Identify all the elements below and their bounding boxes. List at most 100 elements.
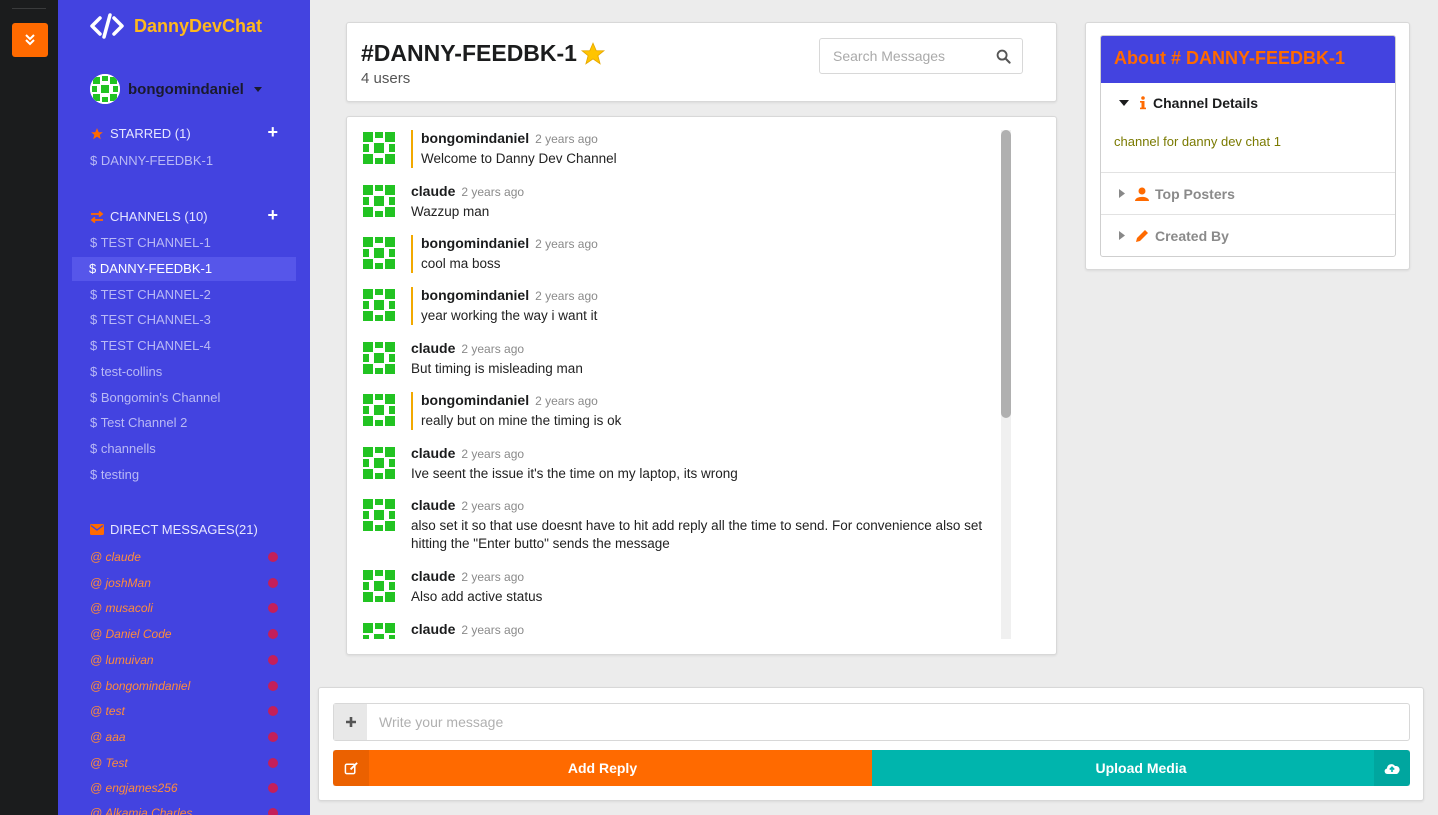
- upload-media-label: Upload Media: [1095, 760, 1187, 776]
- star-icon[interactable]: [579, 41, 607, 67]
- pencil-icon: [1135, 229, 1149, 243]
- cloud-upload-icon: [1374, 750, 1410, 786]
- sidebar-toggle-button[interactable]: [12, 23, 48, 57]
- plus-icon: [345, 717, 356, 727]
- dm-item[interactable]: @ Test: [90, 756, 278, 770]
- search-icon[interactable]: [996, 49, 1011, 64]
- message-time: 2 years ago: [535, 237, 598, 251]
- exchange-icon: [90, 210, 104, 223]
- message-time: 2 years ago: [535, 132, 598, 146]
- channel-item[interactable]: $ TEST CHANNEL-2: [90, 287, 211, 302]
- add-channel-icon[interactable]: +: [267, 206, 278, 224]
- message-scrollbar[interactable]: [1001, 130, 1011, 639]
- message-author[interactable]: claude: [411, 568, 455, 584]
- scrollbar-thumb[interactable]: [1001, 130, 1011, 418]
- dm-name: @ engjames256: [90, 781, 178, 795]
- caret-right-icon: [1119, 231, 1125, 240]
- user-menu[interactable]: bongomindaniel: [90, 74, 262, 104]
- messages-panel: bongomindaniel 2 years ago Welcome to Dann…: [346, 116, 1057, 655]
- message-author[interactable]: bongomindaniel: [421, 130, 529, 146]
- search-box[interactable]: [819, 38, 1023, 74]
- username: bongomindaniel: [128, 80, 244, 98]
- dm-item[interactable]: @ claude: [90, 550, 278, 564]
- attach-button[interactable]: [334, 704, 367, 740]
- dm-item[interactable]: @ engjames256: [90, 781, 278, 795]
- message-input[interactable]: [367, 704, 1409, 740]
- starred-item[interactable]: $ DANNY-FEEDBK-1: [90, 153, 213, 168]
- message-author[interactable]: claude: [411, 621, 455, 637]
- dm-name: @ bongomindaniel: [90, 679, 191, 693]
- avatar: [90, 74, 120, 104]
- top-posters-toggle[interactable]: Top Posters: [1101, 172, 1395, 214]
- message-time: 2 years ago: [461, 570, 525, 584]
- envelope-icon: [90, 524, 104, 535]
- avatar: [361, 568, 397, 604]
- dm-item[interactable]: @ musacoli: [90, 601, 278, 615]
- dm-header: DIRECT MESSAGES(21): [90, 522, 278, 537]
- dm-name: @ aaa: [90, 730, 126, 744]
- avatar: [361, 445, 397, 481]
- status-dot: [268, 681, 278, 691]
- channel-item[interactable]: $ Test Channel 2: [90, 415, 187, 430]
- sidebar: DannyDevChat bongomindaniel STARRED (1) …: [58, 0, 310, 815]
- message-text: year working the way i want it: [421, 308, 598, 323]
- message-author[interactable]: bongomindaniel: [421, 392, 529, 408]
- dm-name: @ Alkamia Charles: [90, 806, 193, 815]
- message-time: 2 years ago: [461, 623, 525, 637]
- channel-item[interactable]: $ testing: [90, 467, 139, 482]
- channel-header: #DANNY-FEEDBK-1 4 users: [346, 22, 1057, 102]
- avatar: [361, 621, 397, 639]
- channel-title: #DANNY-FEEDBK-1: [361, 40, 607, 67]
- rail-divider: [12, 8, 46, 9]
- message-author[interactable]: claude: [411, 497, 455, 513]
- created-by-toggle[interactable]: Created By: [1101, 214, 1395, 256]
- channel-item[interactable]: $ channells: [90, 441, 156, 456]
- message-text: Also add active status: [411, 589, 543, 604]
- upload-media-button[interactable]: Upload Media: [872, 750, 1410, 786]
- dm-item[interactable]: @ bongomindaniel: [90, 679, 278, 693]
- add-reply-label: Add Reply: [567, 760, 638, 776]
- message-author[interactable]: bongomindaniel: [421, 235, 529, 251]
- status-dot: [268, 758, 278, 768]
- message-list: bongomindaniel 2 years ago Welcome to Dann…: [347, 117, 1002, 639]
- about-title: About # DANNY-FEEDBK-1: [1101, 36, 1395, 83]
- channel-details-toggle[interactable]: Channel Details: [1101, 83, 1395, 123]
- search-input[interactable]: [820, 48, 980, 64]
- dm-item[interactable]: @ aaa: [90, 730, 278, 744]
- channel-item-active[interactable]: $ DANNY-FEEDBK-1: [72, 257, 296, 281]
- status-dot: [268, 578, 278, 588]
- about-accordion: About # DANNY-FEEDBK-1 Channel Details c…: [1100, 35, 1396, 257]
- dm-name: @ claude: [90, 550, 141, 564]
- starred-header: STARRED (1) +: [90, 123, 278, 141]
- channel-item[interactable]: $ test-collins: [90, 364, 162, 379]
- channel-details-label: Channel Details: [1153, 95, 1259, 111]
- message-author[interactable]: claude: [411, 340, 455, 356]
- created-by-label: Created By: [1155, 227, 1229, 244]
- message-input-group: [333, 703, 1410, 741]
- dm-item[interactable]: @ Daniel Code: [90, 627, 278, 641]
- dm-item[interactable]: @ Alkamia Charles: [90, 806, 278, 815]
- caret-down-icon: [1119, 99, 1129, 106]
- dm-item[interactable]: @ lumuivan: [90, 653, 278, 667]
- dm-item[interactable]: @ test: [90, 704, 278, 718]
- channel-item[interactable]: $ TEST CHANNEL-3: [90, 312, 211, 327]
- message-composer: Add Reply Upload Media: [318, 687, 1424, 801]
- users-count: 4 users: [361, 70, 411, 87]
- app-title: DannyDevChat: [134, 15, 263, 36]
- dm-item[interactable]: @ joshMan: [90, 576, 278, 590]
- channels-label: CHANNELS (10): [110, 209, 208, 224]
- double-chevron-down-icon: [25, 34, 35, 46]
- message-author[interactable]: bongomindaniel: [421, 287, 529, 303]
- add-starred-icon[interactable]: +: [267, 123, 278, 141]
- add-reply-button[interactable]: Add Reply: [333, 750, 872, 786]
- avatar: [361, 287, 397, 323]
- status-dot: [268, 629, 278, 639]
- message-author[interactable]: claude: [411, 445, 455, 461]
- channel-item[interactable]: $ TEST CHANNEL-1: [90, 235, 211, 250]
- channel-item[interactable]: $ TEST CHANNEL-4: [90, 338, 211, 353]
- message-author[interactable]: claude: [411, 183, 455, 199]
- avatar: [361, 340, 397, 376]
- channel-item[interactable]: $ Bongomin's Channel: [90, 390, 220, 405]
- star-icon: [91, 127, 103, 139]
- app-brand[interactable]: DannyDevChat: [90, 13, 262, 39]
